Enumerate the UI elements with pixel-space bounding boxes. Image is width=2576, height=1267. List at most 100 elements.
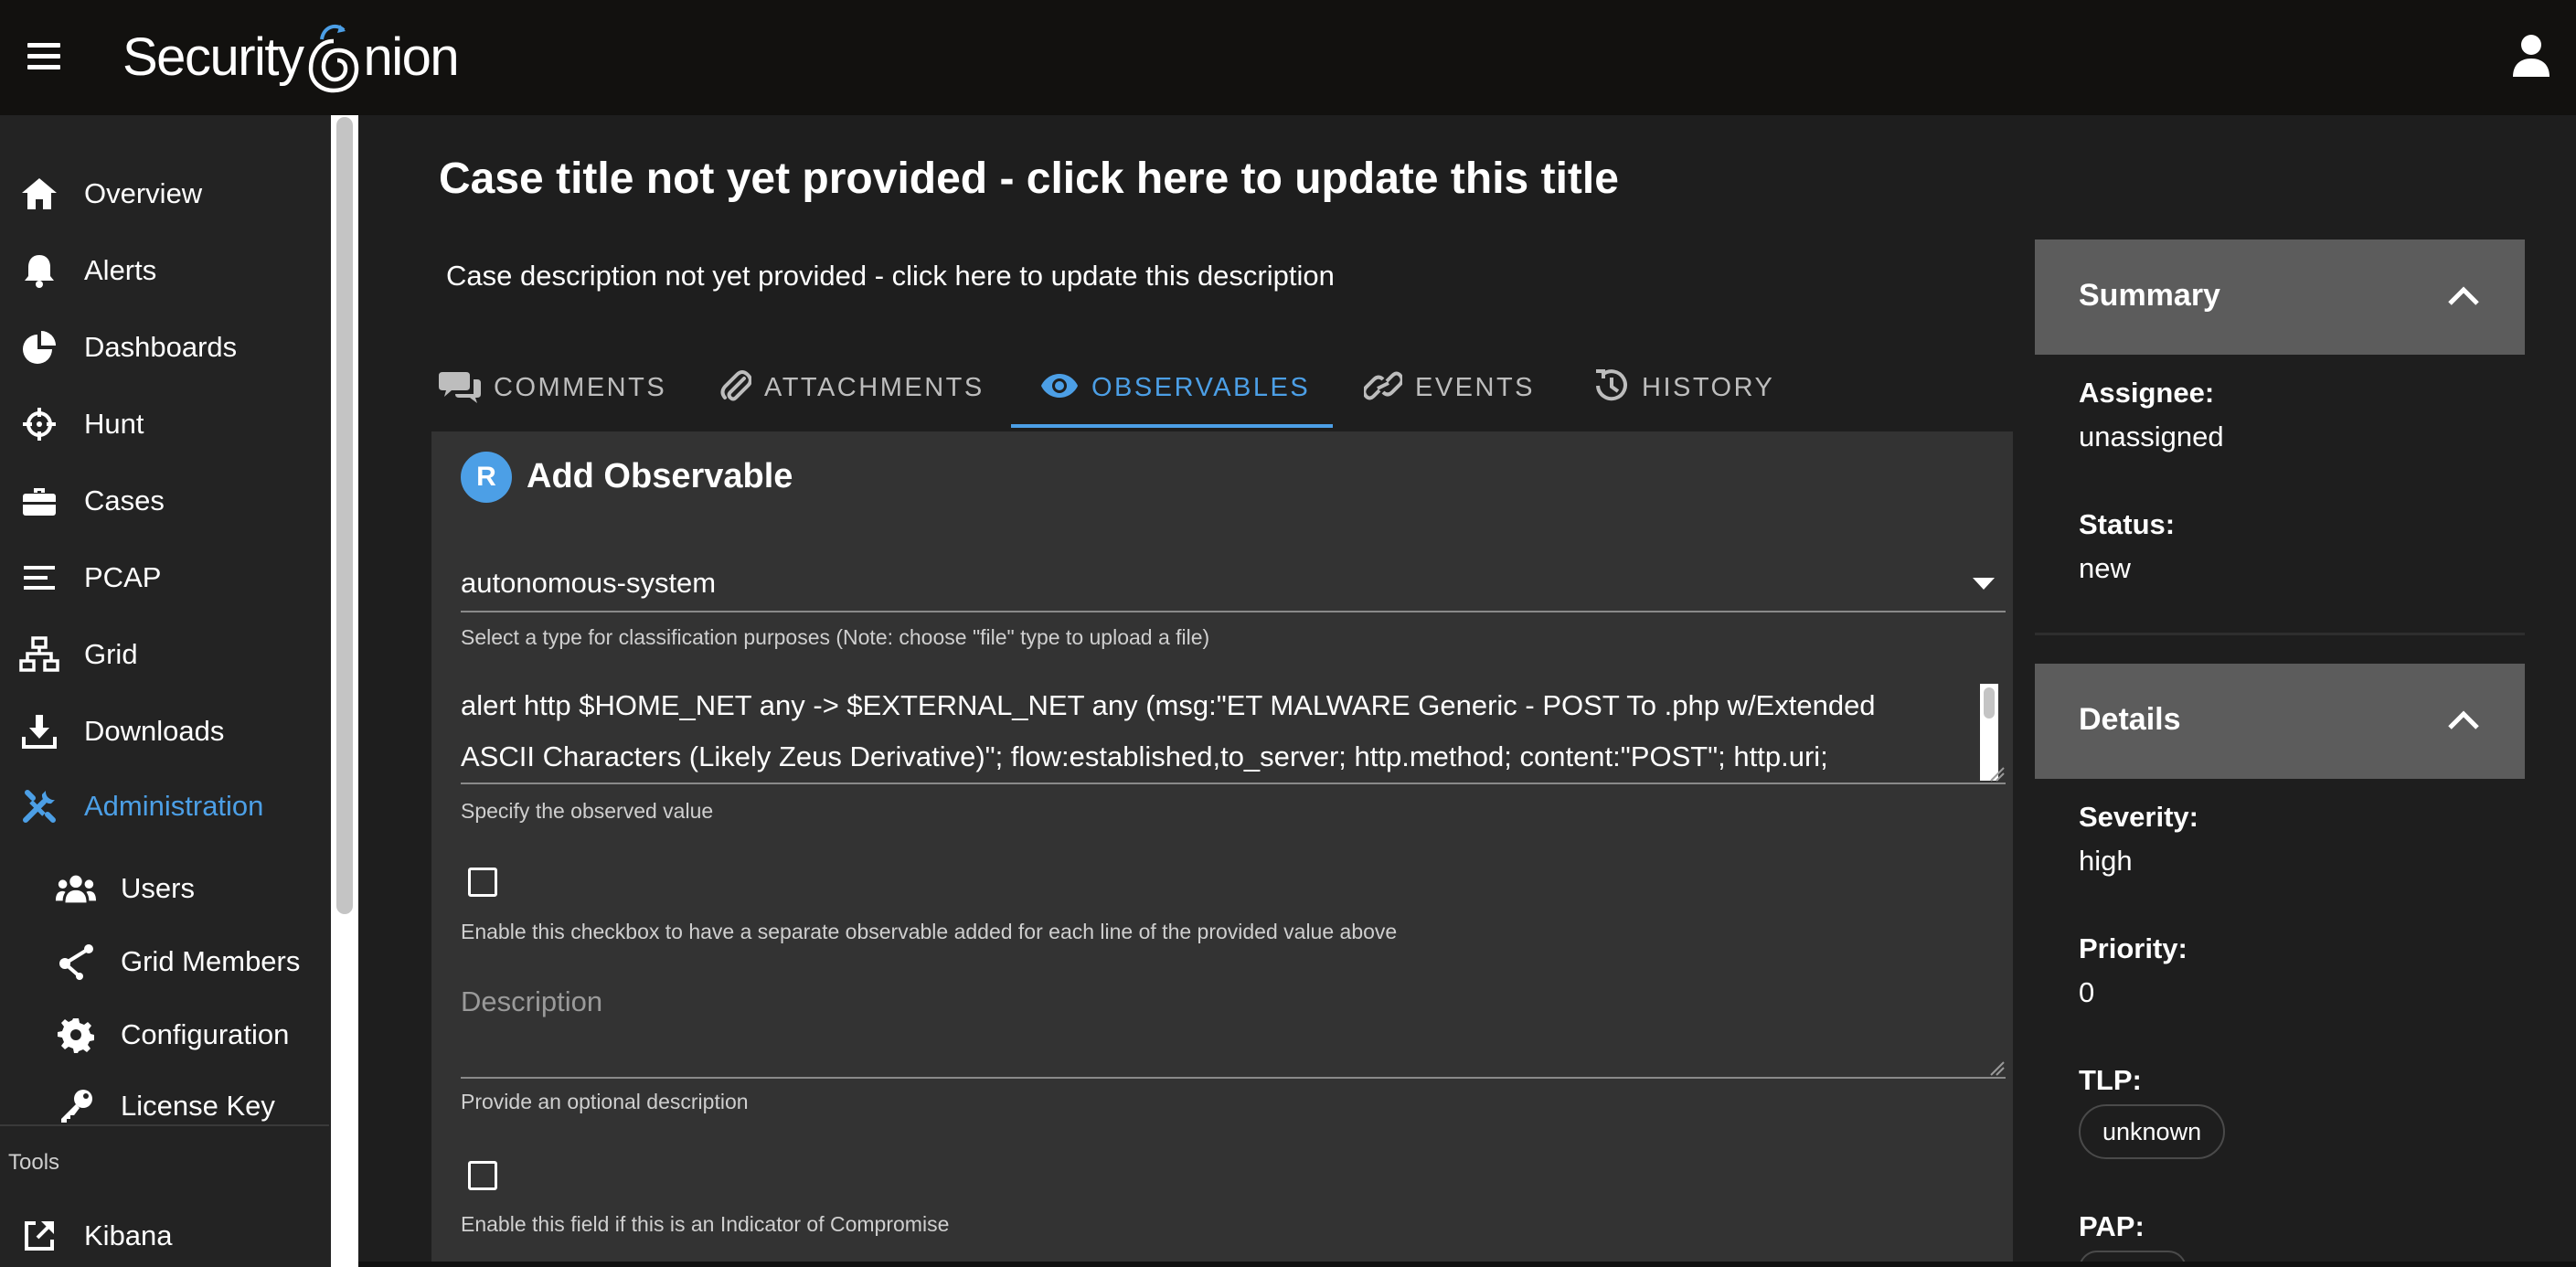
sidebar: Overview Alerts Dashboards Hunt Cases PC… xyxy=(0,115,335,1267)
onion-logo-icon xyxy=(308,24,358,93)
tab-observables[interactable]: OBSERVABLES xyxy=(1040,346,1310,430)
lines-icon xyxy=(18,557,60,599)
sidebar-item-downloads[interactable]: Downloads xyxy=(0,693,329,770)
add-observable-title: Add Observable xyxy=(527,457,793,495)
sidebar-item-cases[interactable]: Cases xyxy=(0,463,329,539)
download-icon xyxy=(18,710,60,752)
sidebar-item-label: Cases xyxy=(84,484,165,516)
external-link-icon xyxy=(18,1215,60,1257)
sidebar-item-kibana[interactable]: Kibana xyxy=(0,1198,329,1267)
assignee-value: unassigned xyxy=(2079,421,2224,452)
ioc-checkbox[interactable] xyxy=(468,1161,497,1190)
severity-label: Severity: xyxy=(2079,801,2198,833)
sidebar-item-hunt[interactable]: Hunt xyxy=(0,386,329,463)
tools-section-label: Tools xyxy=(8,1150,60,1175)
priority-value: 0 xyxy=(2079,976,2095,1008)
observable-type-select[interactable]: autonomous-system xyxy=(461,567,716,600)
chevron-up-icon[interactable] xyxy=(2443,276,2485,318)
sidebar-divider xyxy=(0,1124,329,1126)
grid-members-icon xyxy=(55,941,97,983)
value-underline xyxy=(461,783,2006,784)
security-onion-logo[interactable]: Security nion xyxy=(122,11,460,102)
sidebar-item-label: PCAP xyxy=(84,561,162,593)
summary-card-header[interactable]: Summary xyxy=(2035,240,2525,355)
sidebar-item-label: Kibana xyxy=(84,1219,173,1251)
tlp-chip[interactable]: unknown xyxy=(2079,1104,2226,1159)
case-tabs: COMMENTS ATTACHMENTS OBSERVABLES EVENTS … xyxy=(430,346,2013,430)
briefcase-icon xyxy=(18,480,60,522)
tab-attachments[interactable]: ATTACHMENTS xyxy=(720,346,985,430)
status-label: Status: xyxy=(2079,508,2176,540)
card-divider xyxy=(2035,633,2525,635)
tab-label: COMMENTS xyxy=(494,372,667,402)
sidebar-item-grid[interactable]: Grid xyxy=(0,616,329,693)
select-underline xyxy=(461,611,2006,612)
value-line-1: alert http $HOME_NET any -> $EXTERNAL_NE… xyxy=(461,689,1876,721)
sidebar-item-pcap[interactable]: PCAP xyxy=(0,539,329,616)
tab-events[interactable]: EVENTS xyxy=(1362,346,1535,430)
description-hint: Provide an optional description xyxy=(461,1090,749,1113)
case-title[interactable]: Case title not yet provided - click here… xyxy=(439,154,1619,204)
tab-comments[interactable]: COMMENTS xyxy=(439,346,666,430)
history-icon xyxy=(1592,367,1629,409)
sidebar-subitem-grid-members[interactable]: Grid Members xyxy=(0,925,329,998)
comments-icon xyxy=(439,368,481,408)
link-icon xyxy=(1362,369,1404,407)
multiline-checkbox[interactable] xyxy=(468,868,497,897)
details-title: Details xyxy=(2079,702,2181,737)
bell-icon xyxy=(18,250,60,292)
home-icon xyxy=(18,173,60,215)
summary-title: Summary xyxy=(2079,278,2220,313)
pap-label: PAP: xyxy=(2079,1210,2145,1242)
crosshair-icon xyxy=(18,403,60,445)
status-value: new xyxy=(2079,552,2131,584)
sidebar-subitem-configuration[interactable]: Configuration xyxy=(0,998,329,1071)
logo-text-left: Security xyxy=(122,27,304,87)
observable-type-hint: Select a type for classification purpose… xyxy=(461,625,1210,649)
sidebar-subitem-label: License Key xyxy=(121,1090,275,1122)
sidebar-subitem-label: Grid Members xyxy=(121,945,301,977)
sidebar-scrollbar-thumb[interactable] xyxy=(336,117,353,914)
observable-value-hint: Specify the observed value xyxy=(461,799,714,823)
logo-text-right: nion xyxy=(363,27,460,87)
value-line-2: ASCII Characters (Likely Zeus Derivative… xyxy=(461,740,1828,772)
chevron-up-icon[interactable] xyxy=(2443,700,2485,742)
gear-icon xyxy=(55,1014,97,1056)
users-icon xyxy=(55,868,97,910)
sidebar-item-dashboards[interactable]: Dashboards xyxy=(0,309,329,386)
sidebar-item-label: Downloads xyxy=(84,715,225,747)
resize-handle-icon[interactable] xyxy=(1989,766,2006,783)
eye-icon xyxy=(1040,372,1079,404)
case-description[interactable]: Case description not yet provided - clic… xyxy=(446,260,1335,293)
sidebar-subitem-users[interactable]: Users xyxy=(0,852,329,925)
sidebar-subitem-label: Users xyxy=(121,872,195,904)
sidebar-item-alerts[interactable]: Alerts xyxy=(0,232,329,309)
sidebar-item-label: Alerts xyxy=(84,254,157,286)
description-field[interactable]: Description xyxy=(461,985,602,1018)
sidebar-item-label: Administration xyxy=(84,790,264,822)
add-observable-panel xyxy=(431,431,2013,1267)
key-icon xyxy=(55,1085,97,1127)
user-account-icon[interactable] xyxy=(2510,33,2552,79)
tab-label: OBSERVABLES xyxy=(1091,372,1311,402)
observable-value-textarea[interactable]: alert http $HOME_NET any -> $EXTERNAL_NE… xyxy=(461,680,2006,783)
details-card-header[interactable]: Details xyxy=(2035,664,2525,779)
menu-icon[interactable] xyxy=(27,43,60,70)
severity-value: high xyxy=(2079,845,2133,877)
multiline-checkbox-hint: Enable this checkbox to have a separate … xyxy=(461,920,1398,943)
tools-icon xyxy=(18,785,60,827)
resize-handle-icon[interactable] xyxy=(1989,1060,2006,1077)
dropdown-arrow-icon[interactable] xyxy=(1973,578,1995,590)
sidebar-subitem-license-key[interactable]: License Key xyxy=(0,1070,329,1143)
paperclip-icon xyxy=(720,367,752,409)
tab-label: ATTACHMENTS xyxy=(764,372,985,402)
ioc-checkbox-hint: Enable this field if this is an Indicato… xyxy=(461,1212,950,1236)
tab-label: HISTORY xyxy=(1642,372,1775,402)
sidebar-item-label: Overview xyxy=(84,177,203,209)
priority-label: Priority: xyxy=(2079,932,2187,964)
tab-history[interactable]: HISTORY xyxy=(1592,346,1774,430)
sidebar-item-overview[interactable]: Overview xyxy=(0,155,329,232)
assignee-label: Assignee: xyxy=(2079,377,2215,409)
sidebar-item-administration[interactable]: Administration xyxy=(0,768,329,845)
avatar: R xyxy=(461,452,512,503)
